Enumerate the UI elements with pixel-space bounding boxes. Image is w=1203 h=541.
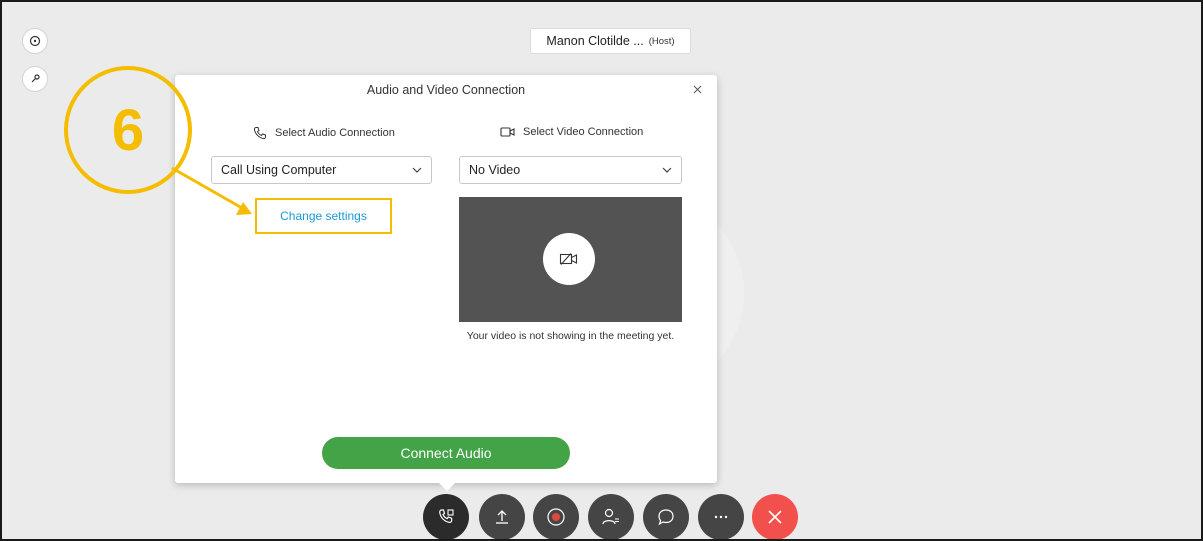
video-status-note: Your video is not showing in the meeting… <box>466 330 675 342</box>
participants-icon <box>602 508 619 525</box>
share-button[interactable] <box>479 494 525 539</box>
chevron-down-icon <box>412 167 422 173</box>
connect-audio-button[interactable]: Connect Audio <box>322 437 570 469</box>
dialog-close-button[interactable] <box>689 81 705 97</box>
audio-connection-button[interactable] <box>423 494 469 539</box>
close-icon <box>768 510 782 524</box>
phone-settings-icon <box>439 509 454 524</box>
dialog-pointer <box>439 483 455 491</box>
chat-icon <box>658 509 674 526</box>
audio-heading: Select Audio Connection <box>253 126 395 140</box>
video-camera-icon <box>500 127 515 137</box>
close-icon <box>693 85 701 93</box>
video-preview <box>459 197 682 322</box>
leave-meeting-button[interactable] <box>752 494 798 539</box>
video-connection-select[interactable]: No Video <box>459 156 682 184</box>
participants-button[interactable] <box>588 494 634 539</box>
record-button[interactable] <box>533 494 579 539</box>
video-selected-value: No Video <box>469 163 521 177</box>
change-settings-link[interactable]: Change settings <box>255 198 392 234</box>
upload-icon <box>496 510 508 524</box>
more-options-button[interactable] <box>698 494 744 539</box>
video-heading: Select Video Connection <box>500 126 643 138</box>
video-preview-circle <box>543 233 595 285</box>
video-off-icon <box>559 253 578 265</box>
more-icon <box>714 515 728 519</box>
record-icon <box>547 508 565 526</box>
host-name: Manon Clotilde ... <box>546 34 644 48</box>
audio-heading-label: Select Audio Connection <box>275 127 395 139</box>
chat-button[interactable] <box>643 494 689 539</box>
step-arrow <box>171 166 252 215</box>
video-heading-label: Select Video Connection <box>523 126 644 138</box>
chevron-down-icon <box>662 167 672 173</box>
host-tag: (Host) <box>648 35 675 47</box>
meeting-window: Manon Clotilde ... (Host) Audio and Vide… <box>0 0 1203 541</box>
host-name-pill: Manon Clotilde ... (Host) <box>530 28 691 54</box>
